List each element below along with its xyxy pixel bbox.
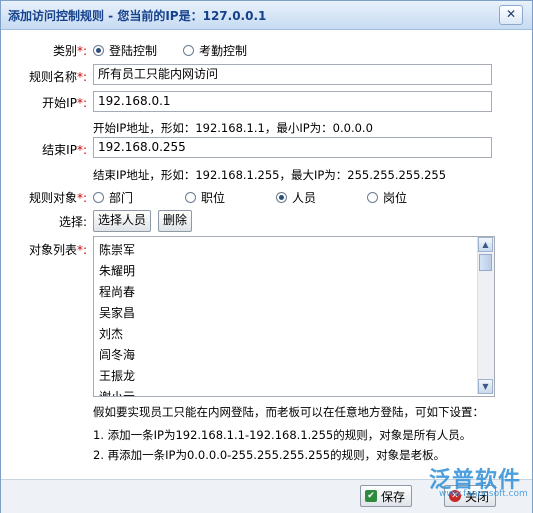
list-item[interactable]: 闾冬海 <box>99 346 135 363</box>
radio-target-position[interactable]: 职位 <box>185 189 225 206</box>
listbox-scrollbar[interactable]: ▲ ▼ <box>477 237 494 394</box>
start-ip-input[interactable]: 192.168.0.1 <box>93 91 492 112</box>
instruction-step-2: 2. 再添加一条IP为0.0.0.0-255.255.255.255的规则，对象… <box>93 448 446 462</box>
scroll-down-icon[interactable]: ▼ <box>478 379 493 394</box>
radio-attendance-control[interactable]: 考勤控制 <box>183 42 247 59</box>
radio-target-post[interactable]: 岗位 <box>367 189 407 206</box>
instruction-step-1: 1. 添加一条IP为192.168.1.1-192.168.1.255的规则，对… <box>93 428 472 442</box>
radio-target-department[interactable]: 部门 <box>93 189 133 206</box>
radio-unselected-icon <box>185 192 196 203</box>
rule-target-label: 规则对象*: <box>28 191 87 205</box>
radio-target-personnel[interactable]: 人员 <box>276 189 316 206</box>
save-icon: ✔ <box>365 490 377 502</box>
object-listbox[interactable]: 陈崇军 朱耀明 程尚春 吴家昌 刘杰 闾冬海 王振龙 谢小元 ▲ ▼ <box>93 236 495 397</box>
list-item[interactable]: 程尚春 <box>99 283 135 300</box>
category-label: 类别*: <box>52 44 87 58</box>
end-ip-hint: 结束IP地址，形如：192.168.1.255，最大IP为：255.255.25… <box>93 168 447 182</box>
start-ip-hint: 开始IP地址，形如：192.168.1.1，最小IP为：0.0.0.0 <box>93 121 373 135</box>
scroll-thumb[interactable] <box>479 254 492 271</box>
rule-name-label: 规则名称*: <box>28 70 87 84</box>
select-label: 选择: <box>58 215 87 229</box>
list-item[interactable]: 朱耀明 <box>99 262 135 279</box>
object-list-label: 对象列表*: <box>28 243 87 257</box>
scroll-up-icon[interactable]: ▲ <box>478 237 493 252</box>
close-window-button[interactable]: ✕ <box>499 5 523 25</box>
rule-name-input[interactable]: 所有员工只能内网访问 <box>93 64 492 85</box>
end-ip-label: 结束IP*: <box>42 143 87 157</box>
list-item[interactable]: 吴家昌 <box>99 304 135 321</box>
list-item[interactable]: 陈崇军 <box>99 241 135 258</box>
list-item[interactable]: 谢小元 <box>99 388 135 396</box>
dialog-title: 添加访问控制规则 - 您当前的IP是：127.0.0.1 <box>8 9 267 23</box>
close-icon: ✕ <box>505 7 517 21</box>
add-access-rule-dialog: 添加访问控制规则 - 您当前的IP是：127.0.0.1 ✕ 类别*: 登陆控制… <box>0 0 533 513</box>
list-item[interactable]: 王振龙 <box>99 367 135 384</box>
select-personnel-button[interactable]: 选择人员 <box>93 210 152 232</box>
radio-selected-icon <box>276 192 287 203</box>
instruction-note: 假如要实现员工只能在内网登陆，而老板可以在任意地方登陆，可如下设置： <box>93 405 484 419</box>
delete-button[interactable]: 删除 <box>158 210 193 232</box>
radio-selected-icon <box>93 45 104 56</box>
list-item[interactable]: 刘杰 <box>99 325 123 342</box>
radio-unselected-icon <box>183 45 194 56</box>
radio-unselected-icon <box>367 192 378 203</box>
watermark-logo: 泛普软件 www.fanpusoft.com <box>429 468 528 499</box>
end-ip-input[interactable]: 192.168.0.255 <box>93 137 492 158</box>
start-ip-label: 开始IP*: <box>42 96 87 110</box>
radio-login-control[interactable]: 登陆控制 <box>93 42 157 59</box>
title-bar[interactable]: 添加访问控制规则 - 您当前的IP是：127.0.0.1 ✕ <box>1 1 532 30</box>
radio-unselected-icon <box>93 192 104 203</box>
